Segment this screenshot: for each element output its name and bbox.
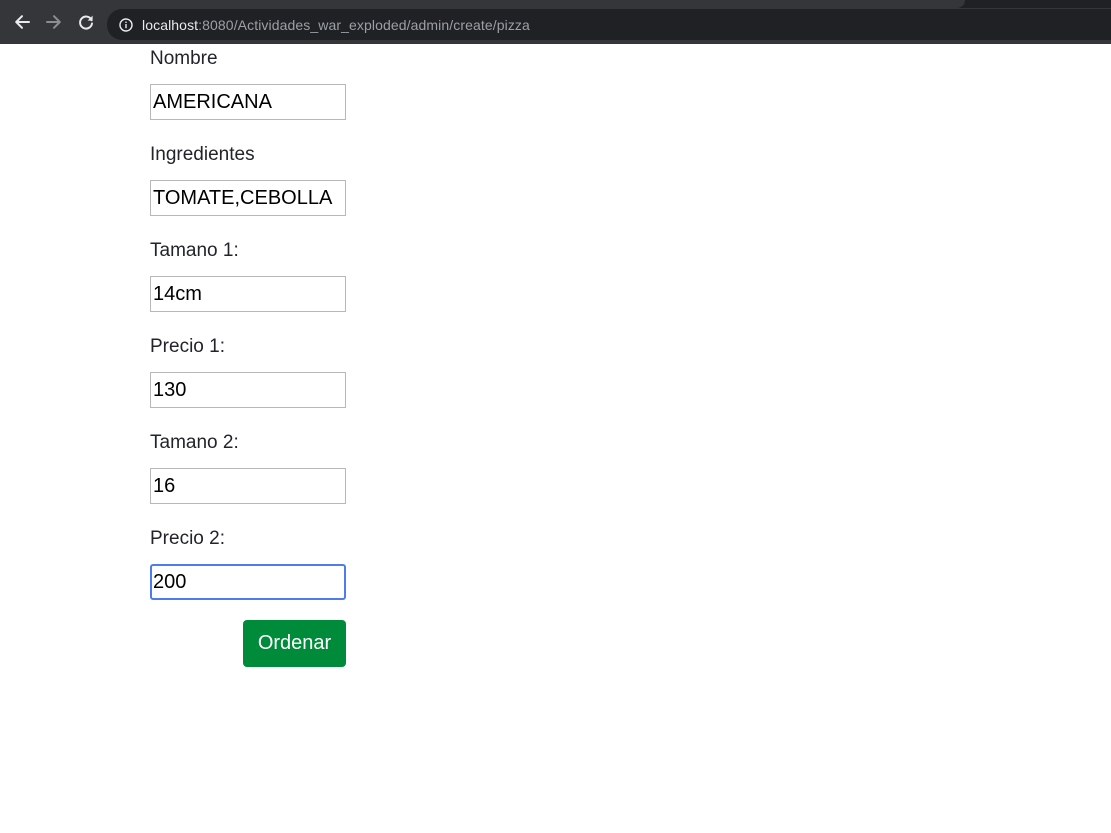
url-host: localhost	[142, 16, 199, 33]
precio-2-input[interactable]	[150, 564, 346, 600]
nombre-input[interactable]	[150, 84, 346, 120]
address-bar[interactable]: localhost:8080/Actividades_war_exploded/…	[107, 9, 1111, 40]
forward-button[interactable]	[42, 10, 66, 34]
ingredientes-label: Ingredientes	[150, 144, 255, 165]
active-tab-edge	[0, 0, 965, 8]
browser-toolbar: localhost:8080/Actividades_war_exploded/…	[0, 0, 1111, 44]
url-path: :8080/Actividades_war_exploded/admin/cre…	[198, 16, 530, 33]
tamano-1-label: Tamano 1:	[150, 240, 239, 261]
ingredientes-input[interactable]	[150, 180, 346, 216]
tab-strip	[0, 0, 1111, 8]
precio-1-input[interactable]	[150, 372, 346, 408]
precio-1-label: Precio 1:	[150, 336, 225, 357]
ordenar-button[interactable]: Ordenar	[243, 620, 346, 667]
info-icon[interactable]	[119, 17, 133, 32]
nombre-label: Nombre	[150, 48, 218, 69]
tamano-1-input[interactable]	[150, 276, 346, 312]
precio-2-label: Precio 2:	[150, 528, 225, 549]
tamano-2-label: Tamano 2:	[150, 432, 239, 453]
url-text: localhost:8080/Actividades_war_exploded/…	[142, 17, 530, 33]
forward-icon	[45, 13, 63, 31]
reload-button[interactable]	[74, 10, 98, 34]
back-button[interactable]	[10, 10, 34, 34]
back-icon	[13, 13, 31, 31]
tamano-2-input[interactable]	[150, 468, 346, 504]
reload-icon	[77, 13, 95, 31]
